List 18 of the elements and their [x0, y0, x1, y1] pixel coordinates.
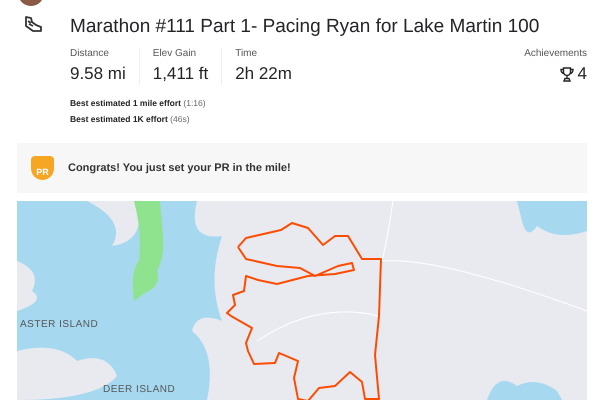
- best-effort-text: Best estimated 1K effort (46s): [70, 113, 191, 125]
- stat-label: Distance: [70, 48, 110, 60]
- trophy-icon: [560, 66, 574, 82]
- activity-title: Marathon #111 Part 1- Pacing Ryan for Lake Martin 100: [70, 15, 540, 39]
- stat-label: Elev Gain: [152, 48, 198, 60]
- stat-label: Achievements: [524, 48, 587, 60]
- stat-label: Time: [235, 48, 258, 60]
- stat-value: 9.58 mi: [70, 63, 126, 85]
- map-label: DEER ISLAND: [103, 383, 176, 397]
- banner-text: Congrats! You just set your PR in the mile!: [68, 160, 291, 176]
- pr-badge: PR: [31, 156, 54, 180]
- stat-value: 1,411 ft: [152, 63, 208, 85]
- shoe-icon: [23, 16, 43, 34]
- map-label: ASTER ISLAND: [20, 318, 98, 332]
- stat-value: 2h 22m: [235, 63, 292, 85]
- best-effort-text: Best estimated 1 mile effort (1:16): [70, 97, 207, 109]
- achievement-count: 4: [578, 63, 587, 85]
- route-map[interactable]: ASTER ISLAND DEER ISLAND: [17, 201, 587, 400]
